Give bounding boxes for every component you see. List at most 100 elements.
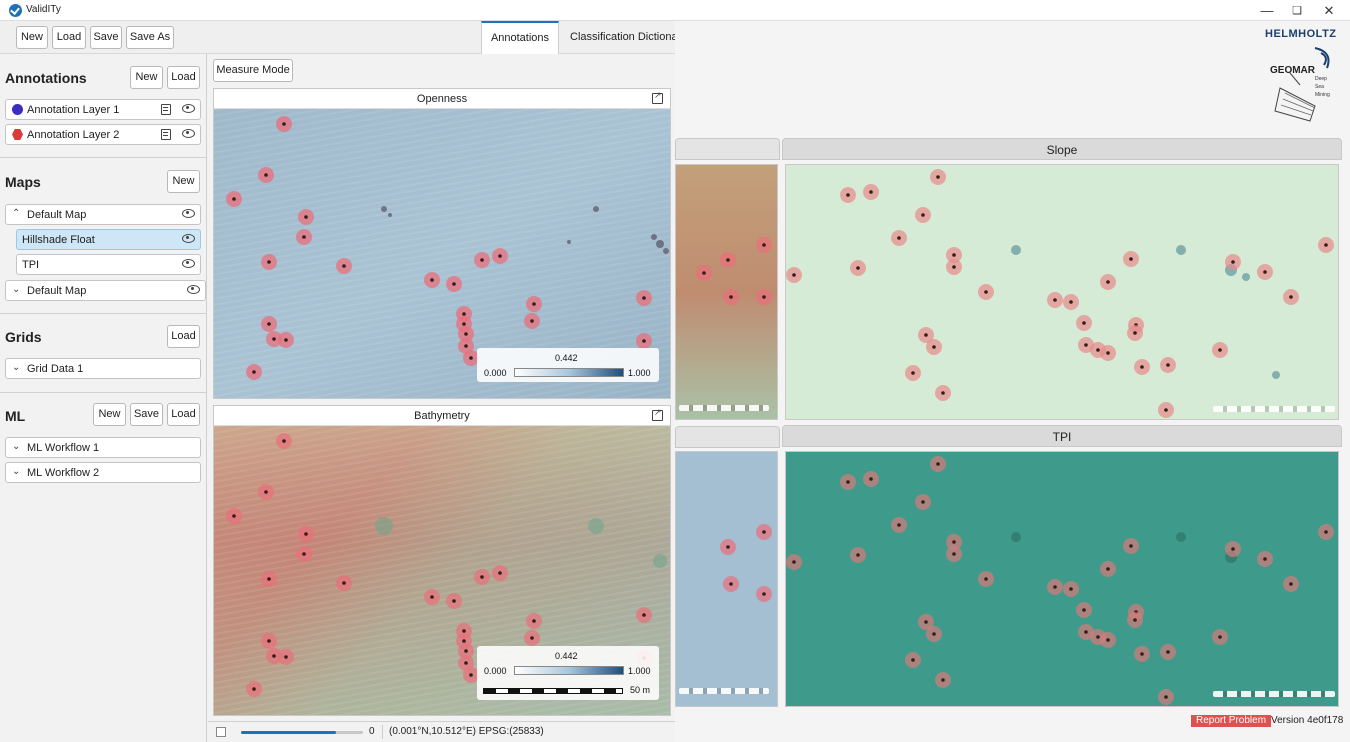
annotation-marker-center xyxy=(252,370,256,374)
tab-classification-dictionary[interactable]: Classification Dictionary xyxy=(560,21,675,54)
annotation-marker-center xyxy=(921,500,925,504)
annotation-marker-center xyxy=(762,530,766,534)
annotation-marker-center xyxy=(464,661,468,665)
chevron-up-icon[interactable]: ⌃ xyxy=(12,208,20,219)
annotation-marker-center xyxy=(1129,257,1133,261)
annotation-layer-2[interactable]: Annotation Layer 2 xyxy=(5,124,201,145)
tpi-map-canvas[interactable] xyxy=(785,451,1339,707)
load-annotation-button[interactable]: Load xyxy=(167,66,200,89)
ml-workflow-item[interactable]: ⌄ ML Workflow 2 xyxy=(5,462,201,483)
annotation-marker-center xyxy=(1053,585,1057,589)
annotation-marker-center xyxy=(952,540,956,544)
annotation-marker-center xyxy=(462,629,466,633)
progress-track[interactable] xyxy=(241,731,363,734)
annotation-marker-center xyxy=(1053,298,1057,302)
window-title: ValidITy xyxy=(26,4,61,15)
annotation-marker-center xyxy=(792,273,796,277)
minimize-icon[interactable]: — xyxy=(1255,2,1279,20)
annotation-marker-center xyxy=(304,215,308,219)
divider xyxy=(0,313,207,314)
annotation-marker-center xyxy=(924,333,928,337)
annotation-marker-center xyxy=(264,173,268,177)
load-project-button[interactable]: Load xyxy=(52,26,86,49)
logo-word: Mining xyxy=(1315,92,1330,98)
layer-list-icon[interactable] xyxy=(161,129,171,140)
visibility-eye-icon[interactable] xyxy=(187,285,200,294)
save-project-button[interactable]: Save xyxy=(90,26,122,49)
map-layer-hillshade-float[interactable]: Hillshade Float xyxy=(16,229,201,250)
map-layer-tpi[interactable]: TPI xyxy=(16,254,201,275)
annotation-marker-center xyxy=(897,523,901,527)
save-ml-button[interactable]: Save xyxy=(130,403,163,426)
annotation-marker-center xyxy=(282,122,286,126)
annotation-marker-center xyxy=(302,552,306,556)
partial-openness-svg xyxy=(676,452,777,706)
annotation-marker-center xyxy=(762,592,766,596)
annotation-marker-center xyxy=(1324,243,1328,247)
restore-icon[interactable]: ❏ xyxy=(1285,2,1309,20)
popout-icon[interactable] xyxy=(652,90,663,104)
annotation-marker-center xyxy=(897,236,901,240)
ml-workflow-label: ML Workflow 1 xyxy=(27,442,100,454)
annotation-marker-center xyxy=(1263,557,1267,561)
report-problem-button[interactable]: Report Problem xyxy=(1191,715,1272,727)
measure-mode-button[interactable]: Measure Mode xyxy=(213,59,293,82)
colorbar-gradient xyxy=(514,368,624,377)
annotation-marker-center xyxy=(232,197,236,201)
visibility-eye-icon[interactable] xyxy=(182,129,195,138)
annotation-marker-center xyxy=(911,371,915,375)
new-annotation-button[interactable]: New xyxy=(130,66,163,89)
visibility-eye-icon[interactable] xyxy=(182,234,195,243)
bathymetry-panel: Bathymetry ↗ 0.442 0.000 1.000 50 m xyxy=(213,405,671,716)
partial-openness-map[interactable] xyxy=(675,451,778,707)
status-checkbox[interactable] xyxy=(216,727,226,737)
divider xyxy=(382,725,383,739)
chevron-down-icon[interactable]: ⌄ xyxy=(12,284,20,295)
close-icon[interactable]: ✕ xyxy=(1317,2,1341,20)
annotation-marker-center xyxy=(452,599,456,603)
grid-item[interactable]: ⌄ Grid Data 1 xyxy=(5,358,201,379)
visibility-eye-icon[interactable] xyxy=(182,209,195,218)
status-bar: 0 (0.001°N,10.512°E) EPSG:(25833) xyxy=(208,721,675,742)
annotation-marker-center xyxy=(430,278,434,282)
annotation-marker-center xyxy=(984,290,988,294)
chevron-down-icon[interactable]: ⌄ xyxy=(12,441,20,452)
helmholtz-logo-text: HELMHOLTZ xyxy=(1265,28,1337,40)
annotation-marker-center xyxy=(462,322,466,326)
new-ml-button[interactable]: New xyxy=(93,403,126,426)
annotation-marker-center xyxy=(1069,300,1073,304)
annotation-marker-center xyxy=(464,649,468,653)
visibility-eye-icon[interactable] xyxy=(182,104,195,113)
save-as-button[interactable]: Save As xyxy=(126,26,174,49)
annotation-marker-center xyxy=(792,560,796,564)
deep-sea-mining-logo-icon xyxy=(1274,47,1330,122)
partial-panel-header xyxy=(675,426,780,448)
map-layer-label: TPI xyxy=(22,259,40,271)
ml-workflow-item[interactable]: ⌄ ML Workflow 1 xyxy=(5,437,201,458)
colorbar-min: 0.000 xyxy=(484,666,507,676)
chevron-down-icon[interactable]: ⌄ xyxy=(12,362,20,373)
visibility-eye-icon[interactable] xyxy=(182,259,195,268)
new-map-button[interactable]: New xyxy=(167,170,200,193)
new-project-button[interactable]: New xyxy=(16,26,48,49)
load-grid-button[interactable]: Load xyxy=(167,325,200,348)
layer-list-icon[interactable] xyxy=(161,104,171,115)
annotation-marker-center xyxy=(936,462,940,466)
annotation-marker-center xyxy=(952,253,956,257)
layer-color-icon xyxy=(12,104,23,115)
annotation-marker-center xyxy=(729,295,733,299)
annotation-layer-1[interactable]: Annotation Layer 1 xyxy=(5,99,201,120)
annotation-marker-center xyxy=(729,582,733,586)
partial-bathymetry-map[interactable] xyxy=(675,164,778,420)
map-group-default-2[interactable]: ⌄ Default Map xyxy=(5,280,206,301)
annotation-marker-center xyxy=(480,575,484,579)
slope-map-canvas[interactable] xyxy=(785,164,1339,420)
popout-icon[interactable] xyxy=(652,407,663,421)
map-group-default-1[interactable]: ⌃ Default Map xyxy=(5,204,201,225)
annotation-marker-center xyxy=(1069,587,1073,591)
ml-heading: ML xyxy=(5,408,26,424)
main-toolbar: New Load Save Save As Annotations Classi… xyxy=(0,21,675,54)
tab-annotations[interactable]: Annotations xyxy=(481,21,559,54)
load-ml-button[interactable]: Load xyxy=(167,403,200,426)
chevron-down-icon[interactable]: ⌄ xyxy=(12,466,20,477)
